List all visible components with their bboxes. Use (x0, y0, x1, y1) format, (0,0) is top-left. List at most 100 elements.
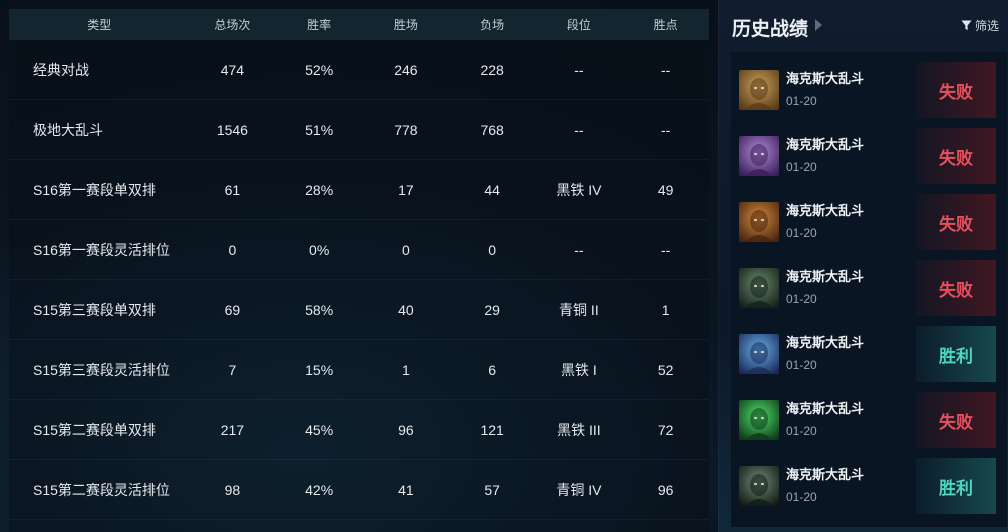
row-win-rate: 42% (305, 481, 334, 498)
row-type: S16第一赛段单双排 (33, 181, 156, 198)
row-tier: 青铜 IV (556, 481, 602, 498)
champion-portrait-icon (739, 334, 779, 374)
champion-portrait-icon (739, 136, 779, 176)
table-row[interactable]: S15第三赛段灵活排位 7 15% 1 6 黑铁 I 52 (9, 340, 709, 400)
row-type: S15第三赛段灵活排位 (33, 361, 170, 378)
table-row[interactable]: S15第二赛段灵活排位 98 42% 41 57 青铜 IV 96 (9, 460, 709, 520)
match-info: 海克斯大乱斗 01-20 (786, 202, 898, 242)
row-wins: 17 (398, 181, 414, 198)
row-tier: 黑铁 I (561, 361, 597, 378)
row-tier: -- (574, 61, 584, 78)
row-total: 217 (220, 421, 245, 438)
row-wins: 40 (398, 301, 414, 318)
row-losses: 0 (488, 241, 497, 258)
table-row[interactable]: 极地大乱斗 1546 51% 778 768 -- -- (9, 100, 709, 160)
champion-portrait-icon (739, 466, 779, 506)
match-info: 海克斯大乱斗 01-20 (786, 70, 898, 110)
row-wins: 246 (394, 61, 418, 78)
row-win-rate: 28% (305, 181, 334, 198)
match-item[interactable]: 海克斯大乱斗 01-20 失败 (739, 194, 996, 250)
history-header: 历史战绩 筛选 (719, 0, 1008, 52)
filter-icon (961, 20, 972, 31)
row-tier: 黑铁 III (557, 421, 601, 438)
row-tier: -- (574, 241, 584, 258)
match-date: 01-20 (786, 424, 817, 438)
match-result-badge: 失败 (916, 392, 996, 448)
match-date: 01-20 (786, 358, 817, 372)
match-result-badge: 失败 (916, 260, 996, 316)
row-losses: 44 (484, 181, 500, 198)
match-item[interactable]: 海克斯大乱斗 01-20 失败 (739, 128, 996, 184)
row-lp: 96 (657, 481, 674, 498)
match-result-badge: 失败 (916, 128, 996, 184)
table-row[interactable]: 经典对战 474 52% 246 228 -- -- (9, 40, 709, 100)
row-type: S15第三赛段单双排 (33, 301, 156, 318)
row-total: 0 (228, 241, 237, 258)
header-losses: 负场 (480, 18, 505, 32)
match-list: 海克斯大乱斗 01-20 失败 海克斯大乱斗 01-20 失败 海克斯大乱斗 01-20 失败海… (731, 52, 1007, 527)
table-header: 类型 总场次 胜率 胜场 负场 段位 胜点 (9, 9, 709, 40)
row-type: S15第二赛段单双排 (33, 421, 156, 438)
row-win-rate: 45% (305, 421, 334, 438)
row-win-rate: 15% (305, 361, 334, 378)
row-total: 69 (224, 301, 241, 318)
row-losses: 768 (480, 121, 504, 138)
match-date: 01-20 (786, 490, 817, 504)
row-wins: 41 (398, 481, 414, 498)
match-result-badge: 胜利 (916, 458, 996, 514)
row-lp: -- (660, 61, 671, 78)
row-losses: 121 (480, 421, 504, 438)
row-total: 474 (220, 61, 245, 78)
row-type: 经典对战 (33, 61, 89, 78)
match-mode: 海克斯大乱斗 (786, 401, 865, 416)
row-type: S15第二赛段灵活排位 (33, 481, 170, 498)
row-losses: 29 (484, 301, 500, 318)
match-item[interactable]: 海克斯大乱斗 01-20 失败 (739, 260, 996, 316)
match-item[interactable]: 海克斯大乱斗 01-20 失败 (739, 62, 996, 118)
match-date: 01-20 (786, 292, 817, 306)
row-lp: 49 (657, 181, 674, 198)
row-losses: 228 (480, 61, 504, 78)
row-losses: 57 (484, 481, 500, 498)
row-total: 61 (224, 181, 241, 198)
row-win-rate: 0% (309, 241, 330, 258)
match-date: 01-20 (786, 160, 817, 174)
match-item[interactable]: 海克斯大乱斗 01-20 失败 (739, 392, 996, 448)
filter-label: 筛选 (974, 19, 999, 33)
row-lp: 72 (657, 421, 674, 438)
table-row[interactable]: S16第一赛段灵活排位 0 0% 0 0 -- -- (9, 220, 709, 280)
match-result-badge: 失败 (916, 194, 996, 250)
champion-portrait-icon (739, 70, 779, 110)
champion-portrait-icon (739, 400, 779, 440)
match-info: 海克斯大乱斗 01-20 (786, 268, 898, 308)
match-history-panel: 历史战绩 筛选 海克斯大乱斗 01-20 失败 海克斯大乱斗 01-20 失败 海克斯大乱斗… (718, 0, 1008, 532)
match-item[interactable]: 海克斯大乱斗 01-20 胜利 (739, 458, 996, 514)
match-mode: 海克斯大乱斗 (786, 137, 865, 152)
row-wins: 1 (401, 361, 410, 378)
match-mode: 海克斯大乱斗 (786, 71, 865, 86)
match-info: 海克斯大乱斗 01-20 (786, 466, 898, 506)
row-win-rate: 52% (305, 61, 334, 78)
match-item[interactable]: 海克斯大乱斗 01-20 胜利 (739, 326, 996, 382)
header-total: 总场次 (214, 18, 251, 32)
row-tier: 黑铁 IV (556, 181, 602, 198)
filter-button[interactable]: 筛选 (961, 17, 999, 34)
match-mode: 海克斯大乱斗 (786, 467, 865, 482)
match-info: 海克斯大乱斗 01-20 (786, 334, 898, 374)
header-type: 类型 (87, 18, 112, 32)
match-mode: 海克斯大乱斗 (786, 203, 865, 218)
champion-portrait-icon (739, 202, 779, 242)
match-result-badge: 失败 (916, 62, 996, 118)
row-wins: 96 (398, 421, 414, 438)
table-row[interactable]: S16第一赛段单双排 61 28% 17 44 黑铁 IV 49 (9, 160, 709, 220)
table-row[interactable]: S15第二赛段单双排 217 45% 96 121 黑铁 III 72 (9, 400, 709, 460)
row-type: S16第一赛段灵活排位 (33, 241, 170, 258)
history-title: 历史战绩 (732, 19, 809, 40)
row-lp: 1 (661, 301, 670, 318)
table-body: 经典对战 474 52% 246 228 -- -- 极地大乱斗 1546 51% 778 768 --… (9, 40, 709, 520)
match-mode: 海克斯大乱斗 (786, 269, 865, 284)
row-lp: -- (660, 121, 671, 138)
chevron-right-icon[interactable] (815, 19, 822, 31)
table-row[interactable]: S15第三赛段单双排 69 58% 40 29 青铜 II 1 (9, 280, 709, 340)
champion-portrait-icon (739, 268, 779, 308)
